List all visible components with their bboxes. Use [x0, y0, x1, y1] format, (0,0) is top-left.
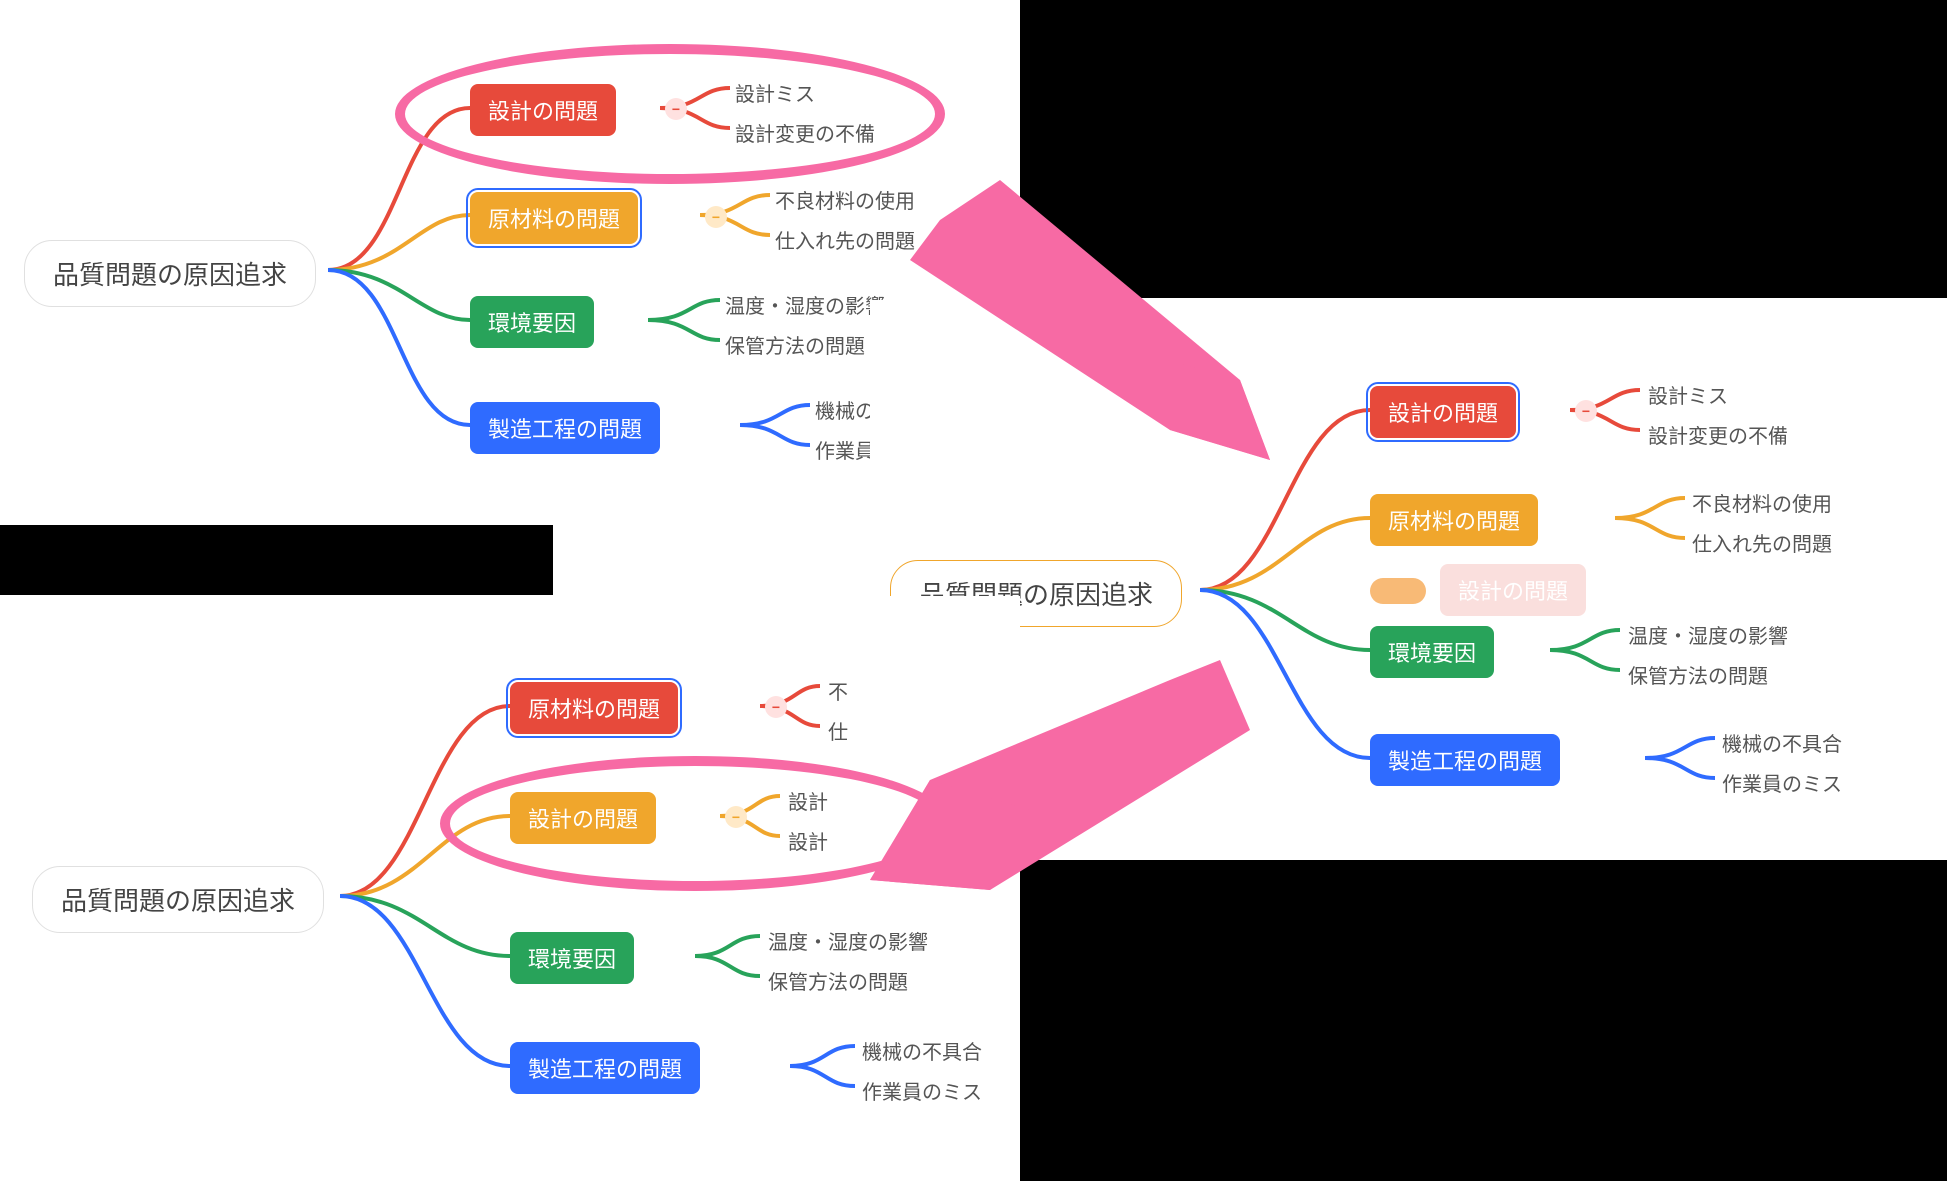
leaf-text: 保管方法の問題 [768, 966, 908, 995]
mindmap-panel-3: 品質問題の原因追求 原材料の問題 − 不 仕 設計の問題 − 設計 設計 環境要… [0, 596, 1020, 1181]
leaf-text: 不良材料の使用 [775, 185, 915, 214]
branch-process[interactable]: 製造工程の問題 [470, 402, 660, 454]
branch-material[interactable]: 原材料の問題 [1370, 494, 1538, 546]
collapse-toggle[interactable]: − [765, 696, 787, 718]
branch-process[interactable]: 製造工程の問題 [510, 1042, 700, 1094]
mask-bottom-right [1020, 858, 1947, 1181]
leaf-text: 保管方法の問題 [1628, 660, 1768, 689]
collapse-toggle[interactable]: − [705, 206, 727, 228]
root-node[interactable]: 品質問題の原因追求 [32, 866, 324, 933]
leaf-text: 仕 [828, 716, 848, 745]
leaf-text: 作業員のミス [862, 1076, 982, 1105]
leaf-text: 仕入れ先の問題 [1692, 528, 1832, 557]
leaf-text: 作業員のミス [1722, 768, 1842, 797]
branch-design[interactable]: 設計の問題 [470, 84, 616, 136]
branch-material[interactable]: 原材料の問題 [470, 192, 638, 244]
branch-design[interactable]: 設計の問題 [1370, 386, 1516, 438]
leaf-text: 設計ミス [735, 78, 815, 107]
leaf-text: 仕入れ先の問題 [775, 225, 915, 254]
leaf-text: 温度・湿度の影響 [1628, 620, 1788, 649]
branch-env[interactable]: 環境要因 [510, 932, 634, 984]
leaf-text: 機械の不具合 [862, 1036, 982, 1065]
leaf-text: 作業員 [815, 435, 875, 464]
leaf-text: 不良材料の使用 [1692, 488, 1832, 517]
drag-ghost-node[interactable]: 設計の問題 [1440, 564, 1586, 616]
diagram-stage: 品質問題の原因追求 設計の問題 − 設計ミス 設計変更の不備 原材料の問題 − … [0, 0, 1947, 1181]
drag-insertion-indicator [1370, 578, 1426, 604]
leaf-text: 設計変更の不備 [735, 118, 875, 147]
mindmap-panel-1: 品質問題の原因追求 設計の問題 − 設計ミス 設計変更の不備 原材料の問題 − … [0, 0, 1020, 520]
branch-material[interactable]: 原材料の問題 [510, 682, 678, 734]
collapse-toggle[interactable]: − [665, 98, 687, 120]
leaf-text: 機械の不具合 [1722, 728, 1842, 757]
leaf-text: 設計 [788, 786, 828, 815]
branch-env[interactable]: 環境要因 [470, 296, 594, 348]
branch-process[interactable]: 製造工程の問題 [1370, 734, 1560, 786]
root-node[interactable]: 品質問題の原因追求 [24, 240, 316, 307]
leaf-text: 不 [828, 676, 848, 705]
leaf-text: 温度・湿度の影響 [768, 926, 928, 955]
leaf-text: 設計 [788, 826, 828, 855]
collapse-toggle[interactable]: − [1575, 400, 1597, 422]
mindmap-panel-2: 品質問題の原因追求 設計の問題 − 設計ミス 設計変更の不備 原材料の問題 不良… [870, 300, 1947, 860]
collapse-toggle[interactable]: − [725, 806, 747, 828]
leaf-text: 温度・湿度の影響 [725, 290, 885, 319]
leaf-text: 設計ミス [1648, 380, 1728, 409]
mask-mid-left [0, 525, 553, 595]
branch-design[interactable]: 設計の問題 [510, 792, 656, 844]
branch-env[interactable]: 環境要因 [1370, 626, 1494, 678]
mask-top-right [1020, 0, 1947, 298]
leaf-text: 設計変更の不備 [1648, 420, 1788, 449]
leaf-text: 保管方法の問題 [725, 330, 865, 359]
leaf-text: 機械の [815, 395, 875, 424]
